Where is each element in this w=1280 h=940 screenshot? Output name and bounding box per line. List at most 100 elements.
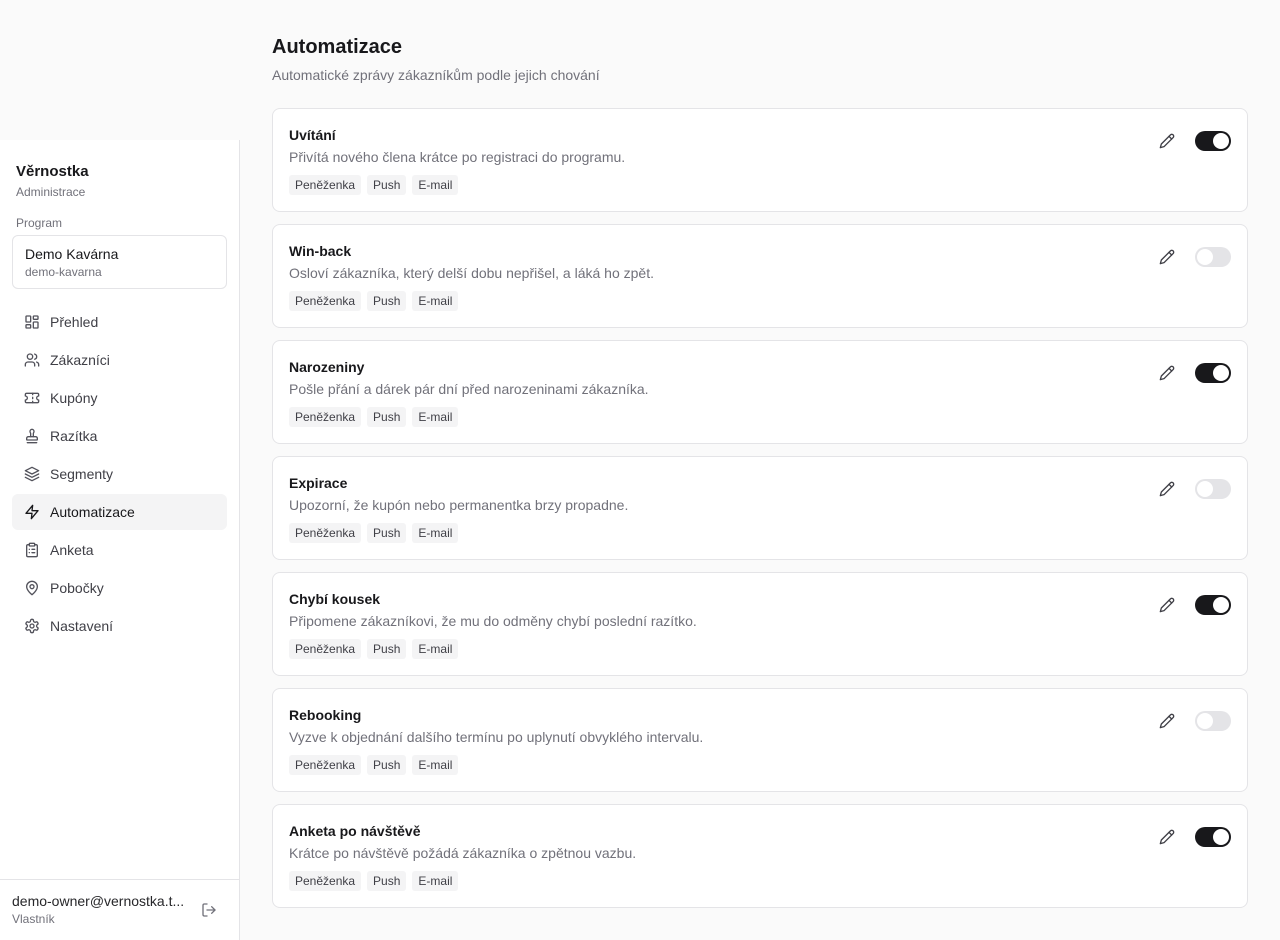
channel-tag: Push [367, 871, 407, 891]
automation-title: Uvítání [289, 127, 336, 143]
channel-tag: Push [367, 523, 407, 543]
channel-tag: E-mail [412, 175, 459, 195]
channel-tag: Peněženka [289, 871, 362, 891]
sidebar-item-label: Anketa [50, 542, 94, 558]
channel-tags: Peněženka Push E-mail [289, 871, 1231, 891]
program-selector[interactable]: Demo Kavárna demo-kavarna [12, 235, 227, 289]
automation-toggle[interactable] [1195, 363, 1231, 383]
automation-card: Chybí kousek Připomene zákazníkovi, že mu… [272, 572, 1248, 676]
channel-tags: Peněženka Push E-mail [289, 639, 1231, 659]
brand-name: Věrnostka [16, 163, 89, 180]
logout-button[interactable] [201, 902, 219, 920]
sidebar-item-label: Razítka [50, 428, 98, 444]
sidebar-item-nastaveni[interactable]: Nastavení [12, 608, 227, 644]
edit-button[interactable] [1159, 249, 1175, 265]
channel-tag: E-mail [412, 871, 459, 891]
sidebar-item-label: Automatizace [50, 504, 135, 520]
automation-toggle[interactable] [1195, 827, 1231, 847]
automation-card: Rebooking Vyzve k objednání dalšího termí… [272, 688, 1248, 792]
channel-tag: E-mail [412, 639, 459, 659]
channel-tags: Peněženka Push E-mail [289, 523, 1231, 543]
layers-icon [24, 466, 40, 482]
edit-button[interactable] [1159, 829, 1175, 845]
pencil-icon [1159, 249, 1175, 265]
sidebar-item-automatizace[interactable]: Automatizace [12, 494, 227, 530]
automation-card: Win-back Osloví zákazníka, který delší do… [272, 224, 1248, 328]
toggle-knob [1213, 133, 1229, 149]
automation-description: Připomene zákazníkovi, že mu do odměny c… [289, 613, 697, 629]
channel-tag: E-mail [412, 755, 459, 775]
sidebar-item-segmenty[interactable]: Segmenty [12, 456, 227, 492]
toggle-knob [1213, 597, 1229, 613]
pencil-icon [1159, 597, 1175, 613]
edit-button[interactable] [1159, 597, 1175, 613]
automation-description: Krátce po návštěvě požádá zákazníka o zp… [289, 845, 637, 861]
sidebar-item-kupony[interactable]: Kupóny [12, 380, 227, 416]
pencil-icon [1159, 365, 1175, 381]
sidebar: Věrnostka Administrace Program Demo Kavá… [0, 140, 240, 940]
toggle-knob [1213, 829, 1229, 845]
automation-title: Narozeniny [289, 359, 365, 375]
pencil-icon [1159, 713, 1175, 729]
automation-description: Přivítá nového člena krátce po registrac… [289, 149, 626, 165]
automation-toggle[interactable] [1195, 131, 1231, 151]
user-panel: demo-owner@vernostka.t... Vlastník [0, 879, 239, 940]
channel-tag: Peněženka [289, 755, 362, 775]
toggle-knob [1213, 365, 1229, 381]
channel-tag: Push [367, 755, 407, 775]
zap-icon [25, 504, 39, 520]
toggle-knob [1197, 481, 1213, 497]
automation-title: Chybí kousek [289, 591, 381, 607]
automation-card: Narozeniny Pošle přání a dárek pár dní př… [272, 340, 1248, 444]
edit-button[interactable] [1159, 481, 1175, 497]
brand-subtitle: Administrace [16, 185, 86, 199]
automation-card: Expirace Upozorní, že kupón nebo permanen… [272, 456, 1248, 560]
channel-tag: Push [367, 639, 407, 659]
channel-tags: Peněženka Push E-mail [289, 407, 1231, 427]
channel-tag: Push [367, 407, 407, 427]
channel-tag: Push [367, 175, 407, 195]
logout-icon [202, 903, 216, 917]
clipboard-icon [24, 542, 40, 558]
automation-description: Upozorní, že kupón nebo permanentka brzy… [289, 497, 629, 513]
edit-button[interactable] [1159, 133, 1175, 149]
layers-icon [24, 466, 40, 482]
automation-title: Win-back [289, 243, 352, 259]
automation-description: Vyzve k objednání dalšího termínu po upl… [289, 729, 704, 745]
sidebar-nav: Přehled Zákazníci Kupóny Razítka Segmenty Aut… [12, 304, 227, 646]
channel-tags: Peněženka Push E-mail [289, 755, 1231, 775]
sidebar-item-anketa[interactable]: Anketa [12, 532, 227, 568]
program-label: Program [16, 216, 63, 230]
sidebar-item-label: Kupóny [50, 390, 98, 406]
ticket-icon [24, 392, 40, 404]
users-icon [24, 352, 40, 368]
clipboard-icon [26, 542, 38, 558]
channel-tag: Peněženka [289, 291, 362, 311]
pencil-icon [1159, 133, 1175, 149]
automation-toggle[interactable] [1195, 711, 1231, 731]
sidebar-item-zakaznici[interactable]: Zákazníci [12, 342, 227, 378]
channel-tag: E-mail [412, 291, 459, 311]
program-slug: demo-kavarna [25, 265, 102, 279]
dashboard-icon [24, 314, 40, 330]
sidebar-item-pobocky[interactable]: Pobočky [12, 570, 227, 606]
sidebar-item-label: Zákazníci [50, 352, 110, 368]
automation-toggle[interactable] [1195, 595, 1231, 615]
toggle-knob [1197, 713, 1213, 729]
edit-button[interactable] [1159, 713, 1175, 729]
channel-tags: Peněženka Push E-mail [289, 291, 1231, 311]
channel-tag: Peněženka [289, 407, 362, 427]
sidebar-item-prehled[interactable]: Přehled [12, 304, 227, 340]
channel-tag: E-mail [412, 523, 459, 543]
sidebar-item-razitka[interactable]: Razítka [12, 418, 227, 454]
page-title: Automatizace [272, 36, 403, 58]
automation-toggle[interactable] [1195, 479, 1231, 499]
automation-list: Uvítání Přivítá nového člena krátce po re… [272, 108, 1248, 920]
automation-toggle[interactable] [1195, 247, 1231, 267]
gear-icon [24, 618, 40, 634]
automation-description: Pošle přání a dárek pár dní před narozen… [289, 381, 649, 397]
edit-button[interactable] [1159, 365, 1175, 381]
sidebar-item-label: Nastavení [50, 618, 114, 634]
users-icon [24, 353, 40, 367]
automation-title: Rebooking [289, 707, 362, 723]
